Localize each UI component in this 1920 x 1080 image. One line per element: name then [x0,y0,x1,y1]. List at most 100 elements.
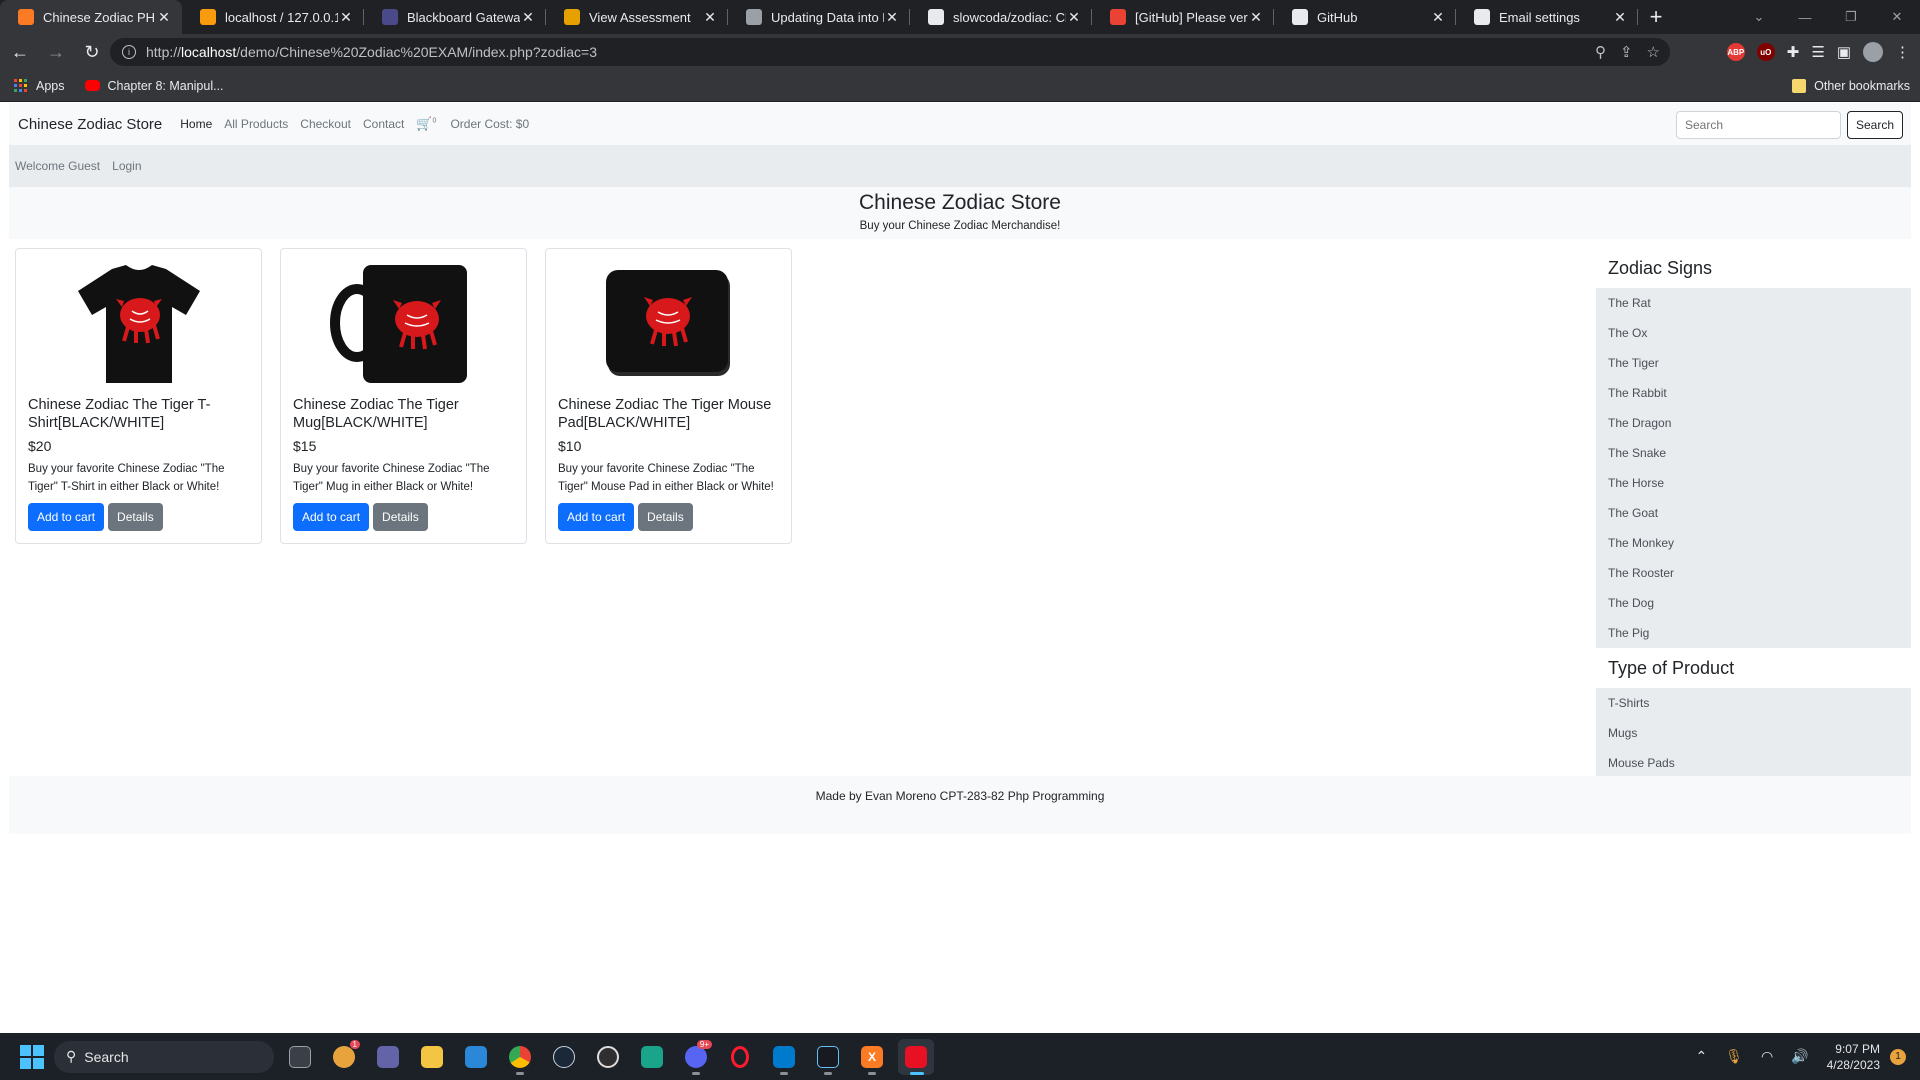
taskbar-search[interactable]: ⚲ Search [54,1040,274,1073]
sidebar-item-rat[interactable]: The Rat [1596,288,1911,318]
browser-tab[interactable]: Updating Data into M ✕ [728,0,910,34]
taskbar-clock[interactable]: 9:07 PM 4/28/2023 [1827,1041,1880,1073]
show-hidden-icons[interactable]: ⌃ [1695,1048,1707,1065]
minimize-button[interactable]: — [1782,0,1828,34]
add-to-cart-button[interactable]: Add to cart [558,503,635,531]
teams-chat-icon[interactable] [370,1039,406,1075]
share-icon[interactable]: ⇪ [1620,43,1633,61]
cart-icon[interactable]: 🛒0 [416,116,436,132]
close-window-button[interactable]: ✕ [1874,0,1920,34]
add-to-cart-button[interactable]: Add to cart [28,503,105,531]
browser-tab[interactable]: Chinese Zodiac PHP E✕ [0,0,182,34]
nav-all-products[interactable]: All Products [224,117,288,131]
add-to-cart-button[interactable]: Add to cart [293,503,370,531]
site-brand[interactable]: Chinese Zodiac Store [18,116,162,133]
close-tab-icon[interactable]: ✕ [520,9,536,26]
sidebar-item-snake[interactable]: The Snake [1596,438,1911,468]
back-icon[interactable]: ← [4,36,36,68]
task-view-icon[interactable] [282,1039,318,1075]
browser-tab[interactable]: View Assessment ✕ [546,0,728,34]
sidebar-item-tiger[interactable]: The Tiger [1596,348,1911,378]
bookmark-star-icon[interactable]: ☆ [1647,43,1660,61]
steam-client-icon[interactable] [810,1039,846,1075]
forward-icon[interactable]: → [40,36,72,68]
chrome-menu-icon[interactable]: ⋮ [1895,43,1910,61]
app-green-icon[interactable] [634,1039,670,1075]
notification-badge[interactable]: 1 [1890,1048,1906,1065]
vscode-icon[interactable] [766,1039,802,1075]
browser-tab[interactable]: [GitHub] Please verify✕ [1092,0,1274,34]
tab-title: Chinese Zodiac PHP E [43,9,156,25]
close-tab-icon[interactable]: ✕ [156,9,172,26]
opera-icon[interactable] [722,1039,758,1075]
details-button[interactable]: Details [108,503,163,531]
volume-icon[interactable]: 🔊 [1791,1048,1808,1065]
nav-home[interactable]: Home [180,117,212,131]
close-tab-icon[interactable]: ✕ [1430,9,1446,26]
site-footer: Made by Evan Moreno CPT-283-82 Php Progr… [9,776,1911,834]
sidebar-item-ox[interactable]: The Ox [1596,318,1911,348]
microphone-icon[interactable]: 🎙 [1725,1048,1743,1065]
site-info-icon[interactable]: i [122,45,136,59]
profile-avatar-icon[interactable] [1863,42,1883,62]
close-tab-icon[interactable]: ✕ [338,9,354,26]
search-button[interactable]: Search [1847,111,1903,139]
nav-contact[interactable]: Contact [363,117,404,131]
nav-checkout[interactable]: Checkout [300,117,351,131]
browser-tab[interactable]: slowcoda/zodiac: Chin✕ [910,0,1092,34]
details-button[interactable]: Details [373,503,428,531]
omnibox-actions: ⚲ ⇪ ☆ [1595,43,1660,61]
sidebar-item-rabbit[interactable]: The Rabbit [1596,378,1911,408]
sidebar-item-dragon[interactable]: The Dragon [1596,408,1911,438]
reload-icon[interactable]: ↻ [76,36,108,68]
close-tab-icon[interactable]: ✕ [1066,9,1082,26]
adblock-icon[interactable]: ABP [1726,43,1745,61]
address-bar[interactable]: i http://localhost/demo/Chinese%20Zodiac… [110,38,1670,66]
sidebar-item-pig[interactable]: The Pig [1596,618,1911,648]
sidebar-item-dog[interactable]: The Dog [1596,588,1911,618]
sidebar-item-monkey[interactable]: The Monkey [1596,528,1911,558]
details-button[interactable]: Details [638,503,693,531]
bookmark-chapter[interactable]: Chapter 8: Manipul... [84,78,224,93]
close-tab-icon[interactable]: ✕ [1612,9,1628,26]
new-tab-button[interactable]: + [1638,0,1674,34]
sidebar-item-goat[interactable]: The Goat [1596,498,1911,528]
discord-icon[interactable]: 9+ [678,1039,714,1075]
sidebar-item-mousepads[interactable]: Mouse Pads [1596,748,1911,778]
windows-start-icon[interactable] [20,1044,44,1069]
bookmark-chapter-label: Chapter 8: Manipul... [107,78,224,93]
browser-tab[interactable]: Blackboard Gateway -✕ [364,0,546,34]
wifi-icon[interactable]: ◠ [1761,1048,1773,1065]
snipping-tool-icon[interactable] [898,1038,934,1075]
file-explorer-icon[interactable] [414,1039,450,1075]
obs-icon[interactable] [590,1039,626,1075]
xampp-icon[interactable]: X [854,1039,890,1075]
widgets-icon[interactable]: 1 [326,1039,362,1075]
product-price: $20 [28,438,52,454]
tab-search-icon[interactable]: ⌄ [1736,0,1782,34]
browser-tab[interactable]: GitHub ✕ [1274,0,1456,34]
zoom-icon[interactable]: ⚲ [1595,43,1606,61]
close-tab-icon[interactable]: ✕ [702,9,718,26]
login-link[interactable]: Login [112,159,141,173]
sidebar-item-horse[interactable]: The Horse [1596,468,1911,498]
search-input[interactable] [1676,111,1841,139]
ublock-icon[interactable]: uO [1756,43,1775,61]
steam-icon[interactable] [546,1039,582,1075]
browser-tab[interactable]: Email settings ✕ [1456,0,1638,34]
restore-button[interactable]: ❐ [1828,0,1874,34]
close-tab-icon[interactable]: ✕ [1248,9,1264,26]
chrome-icon[interactable] [502,1039,538,1075]
tab-title: Email settings [1499,9,1580,25]
side-panel-icon[interactable]: ▣ [1837,43,1851,61]
microsoft-store-icon[interactable] [458,1039,494,1075]
sidebar-item-mugs[interactable]: Mugs [1596,718,1911,748]
extensions-puzzle-icon[interactable]: ✚ [1787,43,1800,61]
close-tab-icon[interactable]: ✕ [884,9,900,26]
browser-tab[interactable]: localhost / 127.0.0.1 /✕ [182,0,364,34]
bookmark-other[interactable]: Other bookmarks [1792,78,1910,93]
bookmark-apps[interactable]: Apps [14,78,65,93]
reading-list-icon[interactable]: ☰ [1811,43,1824,61]
sidebar-item-tshirts[interactable]: T-Shirts [1596,688,1911,718]
sidebar-item-rooster[interactable]: The Rooster [1596,558,1911,588]
